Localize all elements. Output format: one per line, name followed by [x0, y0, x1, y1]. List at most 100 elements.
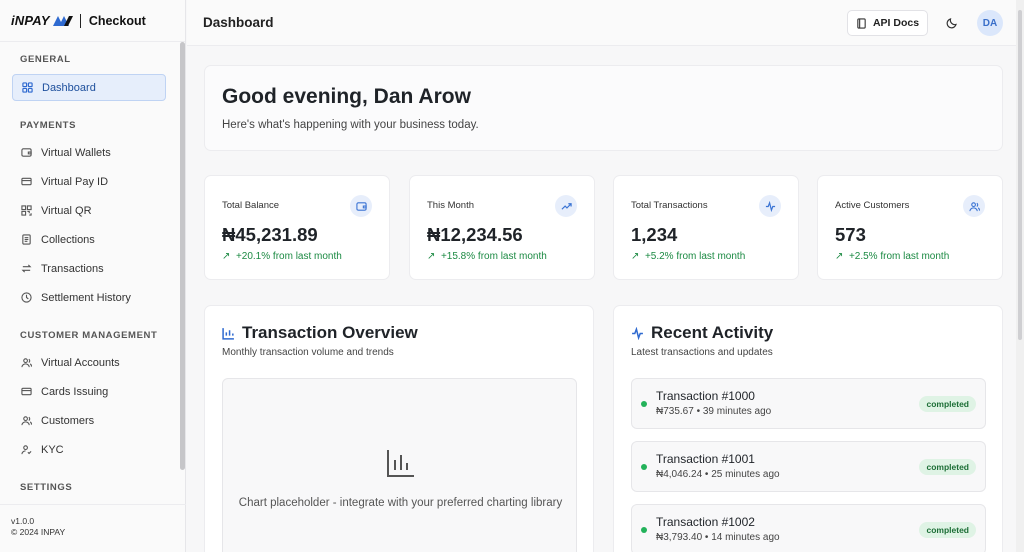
- panel-subtitle: Monthly transaction volume and trends: [222, 347, 394, 358]
- avatar[interactable]: DA: [977, 10, 1003, 36]
- receipt-icon: [20, 234, 32, 246]
- sidebar-item-label: Dashboard: [42, 81, 96, 94]
- recent-activity-panel: Recent Activity Latest transactions and …: [613, 305, 1003, 552]
- sidebar-item-virtual-pay-id[interactable]: Virtual Pay ID: [12, 168, 166, 195]
- sidebar-item-label: Collections: [41, 233, 95, 246]
- copyright: © 2024 INPAY: [11, 527, 66, 537]
- api-docs-button[interactable]: API Docs: [847, 10, 928, 36]
- users-icon: [20, 415, 32, 427]
- sidebar-item-label: Cards Issuing: [41, 385, 109, 398]
- stat-change-text: +5.2% from last month: [644, 251, 746, 262]
- sidebar-nav: GENERAL Dashboard PAYMENTS Virtual Walle…: [0, 42, 178, 504]
- stat-value: 573: [835, 224, 866, 245]
- sidebar: iNPAY Checkout GENERAL Dashboard PAYMENT…: [0, 0, 186, 552]
- bar-chart-icon: [387, 450, 414, 477]
- sidebar-item-virtual-accounts[interactable]: Virtual Accounts: [12, 349, 166, 376]
- grid-icon: [21, 82, 33, 94]
- page-title: Dashboard: [203, 15, 274, 30]
- status-badge: completed: [919, 522, 976, 538]
- stat-change: ↗ +20.1% from last month: [222, 251, 342, 262]
- inpay-logo[interactable]: iNPAY: [11, 13, 74, 28]
- stat-change: ↗ +2.5% from last month: [835, 251, 950, 262]
- sidebar-item-label: Settlement History: [41, 291, 131, 304]
- sidebar-item-label: Virtual Accounts: [41, 356, 120, 369]
- status-dot: [641, 464, 647, 470]
- brand-title: Checkout: [88, 13, 146, 28]
- users-icon: [20, 357, 32, 369]
- api-docs-label: API Docs: [872, 17, 920, 29]
- sidebar-footer: v1.0.0 © 2024 INPAY: [0, 504, 186, 552]
- sidebar-item-customers[interactable]: Customers: [12, 407, 166, 434]
- brand-header: iNPAY Checkout: [0, 0, 185, 42]
- sidebar-item-label: Virtual Wallets: [41, 146, 111, 159]
- page-scrollbar[interactable]: [1016, 0, 1024, 552]
- panel-subtitle: Latest transactions and updates: [631, 347, 773, 358]
- sidebar-item-dashboard[interactable]: Dashboard: [12, 74, 166, 101]
- activity-title: Transaction #1000: [656, 389, 755, 403]
- stat-change-text: +20.1% from last month: [235, 251, 342, 262]
- sidebar-item-label: Transactions: [41, 262, 104, 275]
- sidebar-item-label: Virtual Pay ID: [41, 175, 109, 188]
- activity-item[interactable]: Transaction #1000 ₦735.67 • 39 minutes a…: [631, 378, 986, 429]
- stat-card-total-balance: Total Balance ₦45,231.89 ↗ +20.1% from l…: [204, 175, 390, 280]
- activity-icon: [759, 195, 781, 217]
- stat-change: ↗ +15.8% from last month: [427, 251, 547, 262]
- panel-title: Transaction Overview: [222, 323, 418, 343]
- panel-title-text: Recent Activity: [651, 323, 774, 342]
- user-check-icon: [20, 444, 32, 456]
- logo-text: iNPAY: [11, 13, 50, 28]
- sidebar-item-collections[interactable]: Collections: [12, 226, 166, 253]
- transaction-overview-panel: Transaction Overview Monthly transaction…: [204, 305, 594, 552]
- sidebar-item-virtual-wallets[interactable]: Virtual Wallets: [12, 139, 166, 166]
- activity-item[interactable]: Transaction #1002 ₦3,793.40 • 14 minutes…: [631, 504, 986, 552]
- sidebar-item-virtual-qr[interactable]: Virtual QR: [12, 197, 166, 224]
- theme-toggle-button[interactable]: [938, 10, 965, 36]
- activity-item[interactable]: Transaction #1001 ₦4,046.24 • 25 minutes…: [631, 441, 986, 492]
- sidebar-item-label: KYC: [41, 443, 64, 456]
- stat-card-active-customers: Active Customers 573 ↗ +2.5% from last m…: [817, 175, 1003, 280]
- clock-icon: [20, 292, 32, 304]
- stat-value: ₦45,231.89: [222, 224, 318, 245]
- chart-placeholder-text: Chart placeholder - integrate with your …: [238, 497, 563, 509]
- transfer-icon: [20, 263, 32, 275]
- sidebar-item-cards-issuing[interactable]: Cards Issuing: [12, 378, 166, 405]
- card-icon: [20, 386, 32, 398]
- sidebar-item-transactions[interactable]: Transactions: [12, 255, 166, 282]
- stat-change-text: +2.5% from last month: [848, 251, 950, 262]
- stat-change: ↗ +5.2% from last month: [631, 251, 746, 262]
- greeting-card: Good evening, Dan Arow Here's what's hap…: [204, 65, 1003, 151]
- stat-card-total-transactions: Total Transactions 1,234 ↗ +5.2% from la…: [613, 175, 799, 280]
- panel-title: Recent Activity: [631, 323, 773, 343]
- sidebar-item-label: Customers: [41, 414, 95, 427]
- stat-value: 1,234: [631, 224, 678, 245]
- sidebar-item-settlement-history[interactable]: Settlement History: [12, 284, 166, 311]
- wallet-icon: [20, 147, 32, 159]
- status-badge: completed: [919, 396, 976, 412]
- status-dot: [641, 527, 647, 533]
- status-dot: [641, 401, 647, 407]
- qr-icon: [20, 205, 32, 217]
- activity-title: Transaction #1001: [656, 452, 755, 466]
- brand-divider: [79, 13, 81, 28]
- activity-meta: ₦735.67 • 39 minutes ago: [656, 406, 772, 417]
- activity-icon: [632, 326, 643, 340]
- stat-label: Active Customers: [835, 200, 910, 211]
- users-icon: [963, 195, 985, 217]
- section-title-payments: PAYMENTS: [20, 120, 77, 131]
- bar-chart-icon: [222, 327, 234, 340]
- section-title-customer-management: CUSTOMER MANAGEMENT: [20, 330, 158, 341]
- sidebar-scrollbar[interactable]: [180, 42, 185, 470]
- sidebar-item-kyc[interactable]: KYC: [12, 436, 166, 463]
- app-version: v1.0.0: [11, 516, 35, 526]
- card-icon: [20, 176, 32, 188]
- activity-meta: ₦3,793.40 • 14 minutes ago: [656, 532, 780, 543]
- section-title-settings: SETTINGS: [20, 482, 73, 493]
- logo-mark-icon: [52, 15, 73, 26]
- top-header: Dashboard API Docs DA: [187, 0, 1016, 46]
- sidebar-item-label: Virtual QR: [41, 204, 92, 217]
- book-icon: [857, 17, 866, 29]
- stat-change-text: +15.8% from last month: [440, 251, 547, 262]
- chart-placeholder: Chart placeholder - integrate with your …: [222, 378, 577, 552]
- activity-title: Transaction #1002: [656, 515, 755, 529]
- stat-value: ₦12,234.56: [427, 224, 523, 245]
